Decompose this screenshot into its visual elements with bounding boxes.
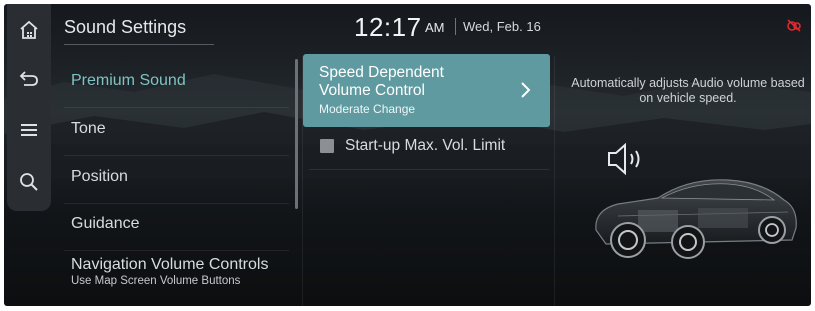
back-icon [19, 71, 38, 86]
option-description: Automatically adjusts Audio volume based… [571, 76, 805, 105]
connectivity-off-icon [787, 19, 801, 32]
menu-item-label: Navigation Volume Controls [71, 256, 269, 273]
clock-time: 12:17 [354, 12, 422, 42]
menu-item-tone[interactable]: Tone [54, 120, 289, 138]
option-label: Start-up Max. Vol. Limit [345, 137, 506, 154]
title-underline [64, 44, 214, 45]
side-rail [7, 4, 51, 211]
speed-dependent-volume-option[interactable]: Speed Dependent Volume Control Moderate … [303, 54, 550, 127]
divider [309, 169, 549, 170]
menu-button[interactable] [7, 108, 51, 152]
option-title: Speed Dependent Volume Control [319, 64, 444, 99]
menu-item-navigation-volume-controls[interactable]: Navigation Volume Controls Use Map Scree… [54, 256, 289, 287]
startup-limit-checkbox[interactable] [320, 139, 334, 153]
menu-item-position[interactable]: Position [54, 168, 289, 186]
home-icon [20, 20, 38, 39]
divider [64, 203, 289, 204]
chevron-right-icon [521, 82, 531, 98]
menu-item-guidance[interactable]: Guidance [54, 215, 289, 233]
menu-item-sublabel: Use Map Screen Volume Buttons [71, 275, 241, 287]
clock-date: Wed, Feb. 16 [463, 19, 541, 34]
divider [64, 250, 289, 251]
menu-icon [21, 124, 37, 136]
page-title: Sound Settings [64, 17, 187, 37]
back-button[interactable] [7, 56, 51, 100]
clock-divider [455, 18, 456, 35]
vehicle-illustration [595, 179, 797, 259]
option-value: Moderate Change [319, 102, 416, 116]
search-icon [20, 173, 38, 191]
search-button[interactable] [7, 160, 51, 204]
menu-item-premium-sound[interactable]: Premium Sound [54, 72, 289, 90]
column-divider [554, 56, 555, 306]
menu-item-label: Premium Sound [71, 72, 186, 89]
divider [64, 155, 289, 156]
infotainment-screen: Sound Settings 12:17 AM Wed, Feb. 16 Pre… [4, 4, 811, 306]
menu-item-label: Position [71, 168, 128, 185]
clock-ampm: AM [425, 20, 445, 35]
startup-max-vol-limit-option[interactable]: Start-up Max. Vol. Limit [320, 137, 505, 155]
menu-item-label: Tone [71, 120, 106, 137]
divider [64, 107, 289, 108]
menu-item-label: Guidance [71, 215, 140, 232]
menu-scrollbar[interactable] [295, 59, 298, 209]
home-button[interactable] [7, 8, 51, 52]
